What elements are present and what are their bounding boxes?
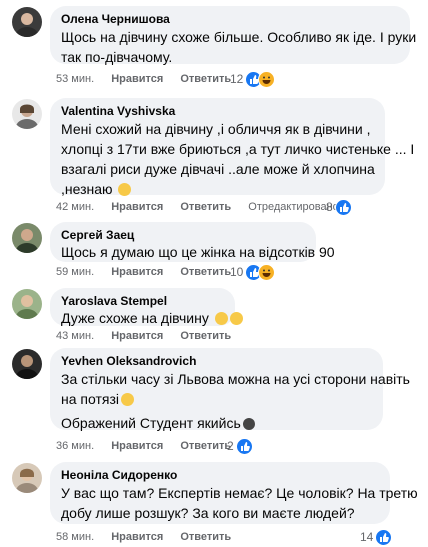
timestamp[interactable]: 42 мин. xyxy=(56,201,94,213)
author-name[interactable]: Valentina Vyshivska xyxy=(61,104,374,119)
haha-reaction-icon xyxy=(258,70,276,88)
reaction-summary[interactable]: 14 xyxy=(360,528,393,546)
author-name[interactable]: Неоніла Сидоренко xyxy=(61,468,379,483)
like-reaction-icon xyxy=(375,528,393,546)
comment-bubble: Неоніла Сидоренко У вас що там? Експерті… xyxy=(50,462,418,524)
avatar[interactable] xyxy=(12,223,42,253)
timestamp[interactable]: 58 мин. xyxy=(56,531,94,543)
comment-actions: 36 мин. Нравится Ответить xyxy=(56,440,245,453)
avatar[interactable] xyxy=(12,99,42,129)
timestamp[interactable]: 53 мин. xyxy=(56,73,94,85)
comment-text: За стільки часу зі Львова можна на усі с… xyxy=(61,371,410,431)
timestamp[interactable]: 59 мин. xyxy=(56,266,94,278)
reply-button[interactable]: Ответить xyxy=(180,531,231,543)
reply-button[interactable]: Ответить xyxy=(180,330,231,342)
reply-button[interactable]: Ответить xyxy=(180,201,231,213)
like-button[interactable]: Нравится xyxy=(111,440,163,452)
reply-button[interactable]: Ответить xyxy=(180,266,231,278)
comment-bubble: Олена Чернишова Щось на дівчину схоже бі… xyxy=(50,6,417,65)
like-button[interactable]: Нравится xyxy=(111,330,163,342)
comment-text: Щось на дівчину схоже більше. Особливо я… xyxy=(61,29,417,65)
reaction-summary[interactable]: 12 xyxy=(230,70,276,88)
avatar[interactable] xyxy=(12,7,42,37)
reaction-summary[interactable]: 10 xyxy=(230,263,276,281)
like-reaction-icon xyxy=(334,198,352,216)
comment-actions: 43 мин. Нравится Ответить xyxy=(56,330,245,343)
avatar[interactable] xyxy=(12,463,42,493)
reaction-summary[interactable]: 2 xyxy=(227,437,253,455)
reply-button[interactable]: Ответить xyxy=(180,73,231,85)
comment-text: Мені схожий на дівчину ,і обличчя як в д… xyxy=(61,121,415,197)
author-name[interactable]: Yaroslava Stempel xyxy=(61,294,224,309)
avatar[interactable] xyxy=(12,289,42,319)
like-button[interactable]: Нравится xyxy=(111,266,163,278)
author-name[interactable]: Олена Чернишова xyxy=(61,12,399,27)
comment-bubble: Сергей Заец Щось я думаю що це жінка на … xyxy=(50,222,335,262)
emoji-icon xyxy=(242,418,255,430)
timestamp[interactable]: 36 мин. xyxy=(56,440,94,452)
comment-bubble: Yevhen Oleksandrovich За стільки часу зі… xyxy=(50,348,410,431)
avatar[interactable] xyxy=(12,349,42,379)
comment-text: Щось я думаю що це жінка на відсотків 90 xyxy=(61,244,335,260)
like-button[interactable]: Нравится xyxy=(111,73,163,85)
comment-text: Дуже схоже на дівчину xyxy=(61,309,243,327)
author-name[interactable]: Yevhen Oleksandrovich xyxy=(61,354,372,369)
comment-text: У вас що там? Експертів немає? Це чолові… xyxy=(61,485,418,521)
comment-actions: 42 мин. Нравится Ответить Отредактирован… xyxy=(56,201,353,214)
emoji-icon xyxy=(118,183,132,196)
comment-bubble: Valentina Vyshivska Мені схожий на дівчи… xyxy=(50,98,414,197)
comment-bubble: Yaroslava Stempel Дуже схоже на дівчину xyxy=(50,288,243,327)
reply-button[interactable]: Ответить xyxy=(180,440,231,452)
emoji-icon xyxy=(214,312,228,325)
emoji-icon xyxy=(229,312,243,325)
author-name[interactable]: Сергей Заец xyxy=(61,228,305,243)
comment-actions: 53 мин. Нравится Ответить xyxy=(56,73,245,86)
like-button[interactable]: Нравится xyxy=(111,201,163,213)
reaction-summary[interactable]: 8 xyxy=(326,198,352,216)
haha-reaction-icon xyxy=(258,263,276,281)
comment-actions: 58 мин. Нравится Ответить xyxy=(56,531,245,544)
like-reaction-icon xyxy=(235,437,253,455)
timestamp[interactable]: 43 мин. xyxy=(56,330,94,342)
emoji-icon xyxy=(121,393,134,406)
comment-actions: 59 мин. Нравится Ответить xyxy=(56,266,245,279)
like-button[interactable]: Нравится xyxy=(111,531,163,543)
